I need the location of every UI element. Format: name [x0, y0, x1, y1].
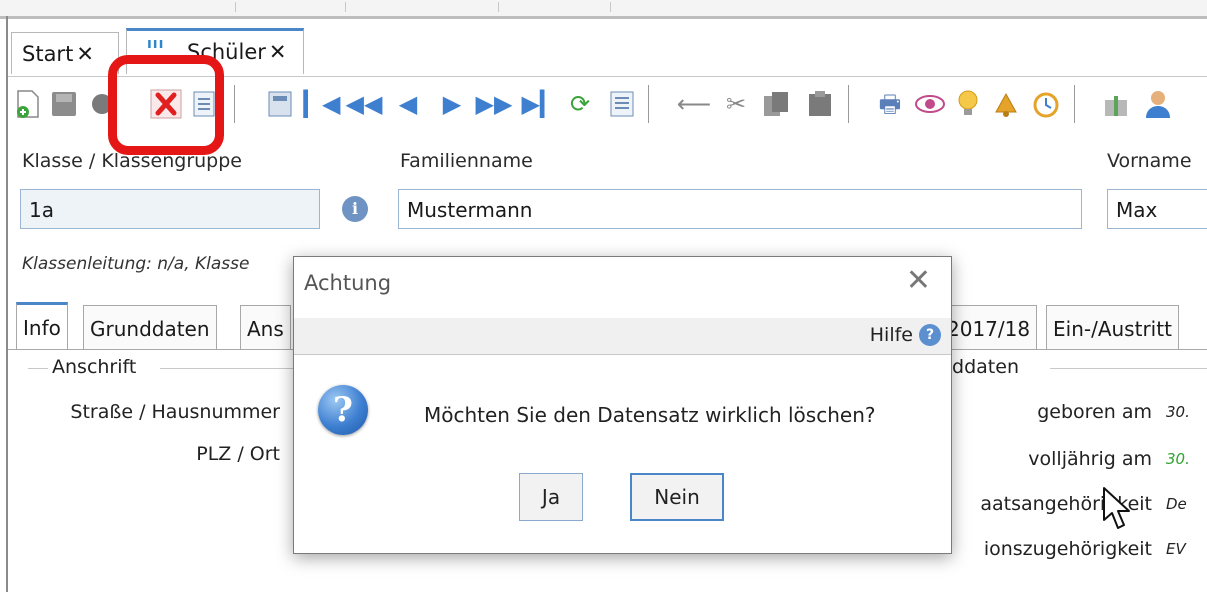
copy-icon[interactable] [760, 87, 792, 121]
group-rule [28, 368, 48, 369]
religionszugehoerigkeit-value: EV [1166, 540, 1186, 558]
question-icon: ? [318, 385, 368, 435]
help-icon: ? [919, 324, 941, 346]
print-icon[interactable]: 🖶 [874, 87, 906, 121]
volljaehrig-label: volljährig am [1028, 448, 1152, 470]
next-page-icon[interactable]: ▶▶ [476, 87, 513, 121]
help-button[interactable]: Hilfe ? [870, 324, 941, 346]
familienname-field[interactable]: Mustermann [398, 189, 1082, 229]
tab-info[interactable]: Info [16, 302, 68, 350]
klasse-field[interactable]: 1a [20, 189, 320, 229]
next-icon[interactable]: ▶ [436, 87, 468, 121]
tab-grunddaten[interactable]: Grunddaten [83, 305, 217, 349]
yes-button[interactable]: Ja [519, 473, 583, 521]
dialog-close-icon[interactable]: ✕ [906, 263, 931, 298]
anschrift-group-title: Anschrift [52, 356, 137, 378]
toolbar-separator [1074, 85, 1075, 123]
prev-page-icon[interactable]: ◀◀ [346, 87, 383, 121]
new-doc-icon[interactable] [12, 87, 44, 121]
refresh-icon[interactable]: ⟳ [564, 87, 596, 121]
volljaehrig-value: 30. [1166, 450, 1190, 468]
bulb-icon[interactable] [952, 87, 984, 121]
strip-separator [498, 2, 499, 12]
tab-close-icon[interactable]: ✕ [269, 40, 287, 64]
geboren-label: geboren am [1037, 401, 1152, 423]
paste-icon[interactable] [804, 87, 836, 121]
vorname-field[interactable]: Max [1107, 189, 1207, 229]
mouse-cursor-icon [1103, 487, 1130, 529]
staatsangehoerigkeit-value: De [1166, 495, 1187, 513]
last-icon[interactable]: ▶▎ [522, 87, 559, 121]
tab-label: Start [22, 42, 74, 66]
familienname-label: Familienname [400, 150, 533, 172]
dialog-toolbar: Hilfe ? [294, 318, 951, 355]
prev-icon[interactable]: ◀ [392, 87, 424, 121]
list-icon[interactable] [606, 87, 638, 121]
tab-schuljahr[interactable]: 2017/18 [940, 305, 1038, 349]
plz-ort-label: PLZ / Ort [196, 443, 280, 465]
strip-separator [610, 2, 611, 12]
toolbar-separator [648, 85, 649, 123]
help-label: Hilfe [869, 324, 913, 346]
geboren-value: 30. [1166, 403, 1190, 421]
strasse-label: Straße / Hausnummer [70, 401, 280, 423]
strip-separator [345, 2, 346, 12]
highlight-frame [108, 55, 224, 155]
vorname-label: Vorname [1107, 150, 1192, 172]
religionszugehoerigkeit-label: ionszugehörigkeit [983, 538, 1152, 560]
arrow-left-icon[interactable]: ⟵ [677, 87, 711, 121]
group-rule [160, 368, 294, 369]
calculator-icon[interactable] [264, 87, 296, 121]
window-top-strip [0, 0, 1207, 19]
no-button[interactable]: Nein [630, 473, 724, 521]
bell-icon[interactable] [990, 87, 1022, 121]
klasse-label: Klasse / Klassengruppe [22, 150, 242, 172]
eye-icon[interactable] [914, 87, 946, 121]
tab-anschrift[interactable]: Ans [240, 305, 291, 349]
user-icon[interactable] [1142, 87, 1174, 121]
tab-ein-austritt[interactable]: Ein-/Austritt [1046, 305, 1179, 349]
toolbar-separator [234, 85, 235, 123]
toolbar-separator [848, 85, 849, 123]
save-icon[interactable] [48, 87, 80, 121]
tab-close-icon[interactable]: ✕ [76, 42, 94, 66]
first-icon[interactable]: ▎◀ [304, 87, 341, 121]
dialog-message: Möchten Sie den Datensatz wirklich lösch… [424, 403, 876, 427]
strip-separator [235, 2, 236, 12]
info-icon[interactable]: i [342, 196, 368, 222]
klassenleitung-info: Klassenleitung: n/a, Klasse [22, 254, 250, 274]
dialog-title: Achtung [304, 271, 392, 295]
gift-icon[interactable] [1100, 87, 1132, 121]
scissors-icon[interactable]: ✂ [720, 87, 752, 121]
alarm-icon[interactable] [1030, 87, 1062, 121]
group-rule [1050, 368, 1207, 369]
tab-start[interactable]: Start ✕ [11, 32, 119, 74]
confirm-dialog: Achtung ✕ Hilfe ? ? Möchten Sie den Date… [293, 256, 952, 554]
